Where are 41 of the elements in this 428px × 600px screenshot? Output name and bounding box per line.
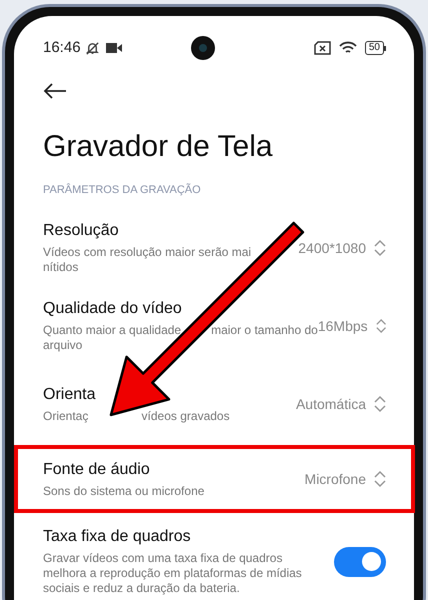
setting-row[interactable]: Orienta Orientaç vídeos gravados Automática xyxy=(43,365,386,443)
setting-value: 16Mbps xyxy=(318,316,368,336)
muted-bell-icon xyxy=(84,40,100,56)
setting-description: melhora a reprodução em plataformas de mídias xyxy=(43,566,302,581)
up-down-chevron-icon xyxy=(374,395,386,413)
up-down-chevron-icon xyxy=(376,317,386,335)
front-camera-icon xyxy=(190,36,215,60)
setting-description: nítidos xyxy=(43,260,78,275)
status-time: 16:46 xyxy=(43,38,81,58)
setting-description: Quanto maior a qualidade xyxy=(43,323,182,338)
setting-title: Orienta xyxy=(43,384,96,404)
setting-value: 2400*1080 xyxy=(298,238,366,258)
setting-description: Gravar vídeos com uma taxa fixa de quadros xyxy=(43,551,282,566)
no-sim-icon xyxy=(314,41,331,55)
setting-title: Fonte de áudio xyxy=(43,460,150,480)
setting-value: Automática xyxy=(296,394,366,414)
setting-description: arquivo xyxy=(43,338,82,353)
section-header: PARÂMETROS DA GRAVAÇÃO xyxy=(43,183,202,197)
setting-value: Microfone xyxy=(304,470,366,488)
setting-description: Vídeos com resolução maior serão mai xyxy=(43,245,252,260)
setting-description: Sons do sistema ou microfone xyxy=(43,484,204,498)
setting-title: Qualidade do vídeo xyxy=(43,299,182,319)
up-down-chevron-icon xyxy=(374,239,386,257)
video-camera-icon xyxy=(106,42,122,54)
setting-description: sociais e reduz a duração da bateria. xyxy=(43,581,240,596)
setting-row[interactable]: Qualidade do vídeo Quanto maior a qualidade maior o tamanho do arquivo 16Mbps xyxy=(43,287,386,365)
setting-row[interactable]: Taxa fixa de quadros Gravar vídeos com uma taxa fixa de quadros melhora a reprodução em plataformas de mídias sociais e reduz a duração da bateria. xyxy=(43,515,386,600)
setting-title: Resolução xyxy=(43,221,119,241)
back-arrow-icon xyxy=(43,83,67,99)
toggle-switch[interactable] xyxy=(334,546,386,576)
setting-description: Orientaç xyxy=(43,408,88,424)
setting-row[interactable]: Resolução Vídeos com resolução maior serão mai nítidos 2400*1080 xyxy=(43,209,386,287)
page-title: Gravador de Tela xyxy=(43,129,274,165)
up-down-chevron-icon xyxy=(374,470,386,488)
setting-row[interactable]: Fonte de áudio Sons do sistema ou microfone Microfone xyxy=(14,445,415,513)
setting-description: vídeos gravados xyxy=(142,408,230,424)
setting-title: Taxa fixa de quadros xyxy=(43,527,191,547)
wifi-icon xyxy=(338,41,357,55)
setting-description: maior o tamanho do xyxy=(211,323,318,338)
back-button[interactable] xyxy=(43,81,69,101)
battery-icon: 50 xyxy=(364,41,386,55)
